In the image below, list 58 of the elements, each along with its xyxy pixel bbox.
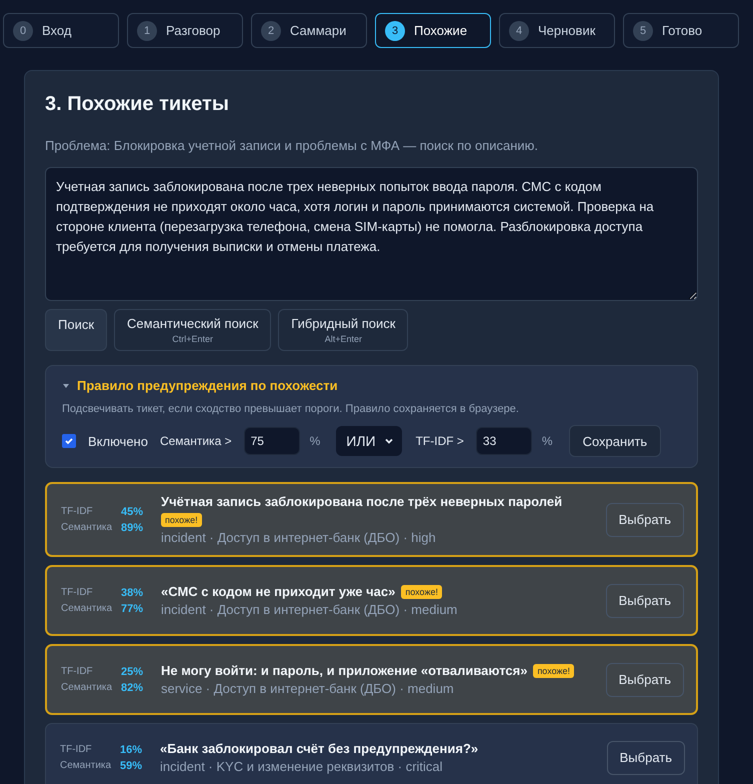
search-button[interactable]: Гибридный поиск Alt+Enter [278,309,408,351]
tfidf-label: TF-IDF > [416,434,464,448]
percent-sign: % [310,434,320,448]
section-title: 3. Похожие тикеты [45,93,230,116]
score-label: Семантика [61,522,114,534]
ticket-meta: incident · Доступ в интернет-банк (ДБО) · medium [161,602,458,617]
ticket-title: Не могу войти: и пароль, и приложение «отваливаются» [161,663,528,678]
score-label: TF-IDF [61,506,94,518]
save-button[interactable]: Сохранить [568,425,662,457]
step-tab[interactable]: 1 Разговор [127,13,243,48]
score-value: 45% [121,506,144,518]
similar-badge: похоже! [533,664,574,678]
score-value: 77% [121,602,144,614]
search-button[interactable]: Семантический поиск Ctrl+Enter [114,309,272,351]
score-label: TF-IDF [61,586,94,598]
ticket-meta: incident · KYC и изменение реквизитов · critical [160,759,444,774]
query-field[interactable]: Учетная запись заблокирована после трех неверных попыток ввода пароля. СМС с кодом подтверждения не приходят около часа, хотя логин и пароль принимаются системой. Проверка на стороне клиента (перезагрузка телефона, смена SIM-карты) не помогла. Разблокировка доступа требуется для получения выписки и отмены платежа. [45,167,698,301]
score-label: Семантика [60,760,112,772]
tfidf-threshold-field[interactable]: 33 [476,427,532,455]
semantic-label: Семантика > [160,434,232,448]
score-value: 16% [120,744,144,756]
step-tab[interactable]: 4 Черновик [499,13,615,48]
rule-hint: Подсвечивать тикет, если сходство превышает пороги. Правило сохраняется в браузере. [62,403,520,415]
step-tab[interactable]: 5 Готово [623,13,739,48]
ticket-title: «СМС с кодом не приходит уже час» [161,584,396,599]
similar-badge: похоже! [161,513,202,527]
operator-select[interactable]: ИЛИ [336,426,402,456]
select-button[interactable]: Выбрать [606,740,685,774]
search-button[interactable]: Поиск [45,309,108,351]
semantic-threshold-field[interactable]: 75 [244,427,300,455]
select-button[interactable]: Выбрать [606,662,684,696]
chevron-icon [384,436,394,446]
checkmark-icon [64,436,74,446]
score-label: Семантика [61,602,114,614]
caret-icon[interactable] [62,382,70,390]
score-value: 59% [120,760,144,772]
score-value: 89% [121,522,144,534]
ticket-title: Учётная запись заблокирована после трёх неверных паролей [161,494,562,509]
score-label: Семантика [61,682,114,694]
select-button[interactable]: Выбрать [606,502,684,536]
rule-title[interactable]: Правило предупреждения по похожести [77,378,338,393]
enabled-checkbox[interactable] [62,434,76,448]
enabled-label: Включено [88,434,148,448]
ticket-meta: incident · Доступ в интернет-банк (ДБО) · high [161,530,437,545]
score-value: 82% [121,682,144,694]
score-value: 38% [121,586,144,598]
step-tab[interactable]: 0 Вход [3,13,119,48]
ticket-title: «Банк заблокировал счёт без предупреждения?» [160,741,478,756]
similar-badge: похоже! [401,584,442,598]
percent-sign: % [542,434,553,448]
score-label: TF-IDF [60,744,93,756]
score-value: 25% [121,666,144,678]
step-tab[interactable]: 2 Саммари [251,13,367,48]
select-button[interactable]: Выбрать [606,584,684,618]
ticket-meta: service · Доступ в интернет-банк (ДБО) · medium [161,681,455,696]
problem-text: Проблема: Блокировка учетной записи и проблемы с МФА — поиск по описанию. [45,138,540,153]
score-label: TF-IDF [61,666,94,678]
step-tab[interactable]: 3 Похожие [375,13,491,48]
